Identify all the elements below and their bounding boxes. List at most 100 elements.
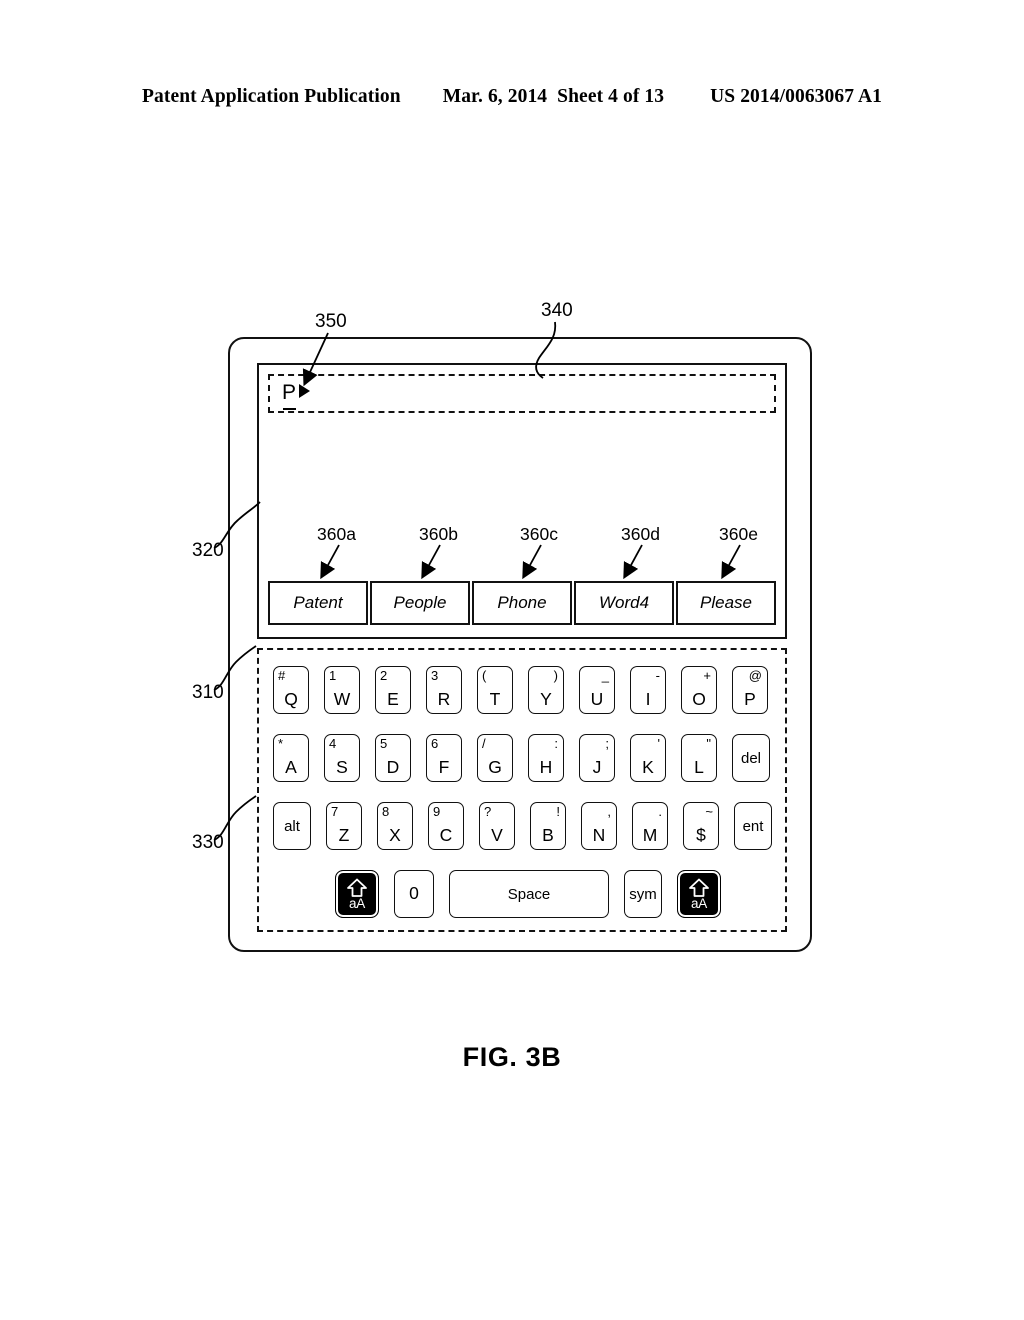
key-h-label: H bbox=[539, 756, 553, 777]
key-w-label: W bbox=[333, 688, 351, 709]
key-n[interactable]: ,N bbox=[581, 802, 617, 850]
leader-320 bbox=[213, 501, 261, 549]
key-g-label: G bbox=[488, 756, 502, 777]
key-x-alt: 8 bbox=[382, 804, 390, 819]
key-m[interactable]: .M bbox=[632, 802, 668, 850]
key-j[interactable]: ; J bbox=[579, 734, 615, 782]
key-r[interactable]: 3R bbox=[426, 666, 462, 714]
key-dollar[interactable]: ~ $ bbox=[683, 802, 719, 850]
leader-310 bbox=[213, 645, 257, 691]
key-enter[interactable]: ent bbox=[734, 802, 772, 850]
key-i[interactable]: -I bbox=[630, 666, 666, 714]
key-p[interactable]: @ P bbox=[732, 666, 768, 714]
key-q-alt: # bbox=[278, 668, 286, 683]
key-u[interactable]: _ U bbox=[579, 666, 615, 714]
suggestion-item-5[interactable]: Please bbox=[676, 581, 776, 625]
key-delete[interactable]: del bbox=[732, 734, 770, 782]
leader-350 bbox=[302, 332, 329, 387]
shift-up-arrow-icon bbox=[689, 878, 709, 897]
key-w[interactable]: 1W bbox=[324, 666, 360, 714]
key-j-alt: ; bbox=[605, 736, 609, 751]
key-z[interactable]: 7Z bbox=[326, 802, 362, 850]
key-d[interactable]: 5D bbox=[375, 734, 411, 782]
key-e-alt: 2 bbox=[380, 668, 388, 683]
key-s-alt: 4 bbox=[329, 736, 337, 751]
key-dollar-label: $ bbox=[696, 824, 706, 845]
key-l-label: L bbox=[694, 756, 704, 777]
key-shift-right[interactable]: aA bbox=[677, 870, 721, 918]
key-k-label: K bbox=[642, 756, 654, 777]
key-o[interactable]: + O bbox=[681, 666, 717, 714]
key-a-alt: * bbox=[278, 736, 284, 751]
key-s[interactable]: 4S bbox=[324, 734, 360, 782]
key-c-label: C bbox=[439, 824, 453, 845]
key-f-alt: 6 bbox=[431, 736, 439, 751]
key-l-alt: " bbox=[706, 736, 711, 751]
key-p-alt: @ bbox=[748, 668, 762, 683]
key-k[interactable]: ' K bbox=[630, 734, 666, 782]
suggestion-item-2[interactable]: People bbox=[370, 581, 470, 625]
key-l[interactable]: " L bbox=[681, 734, 717, 782]
key-y-label: Y bbox=[540, 688, 552, 709]
key-zero[interactable]: 0 bbox=[394, 870, 434, 918]
key-r-label: R bbox=[437, 688, 451, 709]
suggestion-leader-arrows bbox=[320, 544, 741, 580]
key-t-label: T bbox=[489, 688, 501, 709]
key-f[interactable]: 6F bbox=[426, 734, 462, 782]
key-y-alt: ) bbox=[553, 668, 558, 683]
key-m-label: M bbox=[642, 824, 658, 845]
key-o-label: O bbox=[692, 688, 706, 709]
key-y[interactable]: ) Y bbox=[528, 666, 564, 714]
key-a[interactable]: * A bbox=[273, 734, 309, 782]
key-b-label: B bbox=[542, 824, 554, 845]
key-p-label: P bbox=[744, 688, 756, 709]
key-v-alt: ? bbox=[484, 804, 492, 819]
keyboard-row-1: # Q 1W 2E 3R (T ) Y _ U -I + O @ P bbox=[273, 666, 768, 714]
key-x-label: X bbox=[389, 824, 401, 845]
key-alt-label: alt bbox=[284, 817, 300, 835]
key-z-label: Z bbox=[338, 824, 350, 845]
shift-left-inner: aA bbox=[339, 874, 375, 914]
patent-number: US 2014/0063067 A1 bbox=[710, 86, 882, 107]
leader-340 bbox=[535, 321, 557, 379]
key-n-alt: , bbox=[607, 804, 611, 819]
key-shift-left[interactable]: aA bbox=[335, 870, 379, 918]
key-q[interactable]: # Q bbox=[273, 666, 309, 714]
key-i-alt: - bbox=[655, 668, 660, 683]
key-shift-right-label: aA bbox=[690, 895, 708, 911]
shift-right-inner: aA bbox=[681, 874, 717, 914]
key-k-alt: ' bbox=[657, 736, 660, 751]
key-enter-label: ent bbox=[742, 817, 764, 835]
sheet-number: Sheet 4 of 13 bbox=[557, 86, 665, 107]
key-sym[interactable]: sym bbox=[624, 870, 662, 918]
key-e[interactable]: 2E bbox=[375, 666, 411, 714]
suggestion-item-1[interactable]: Patent bbox=[268, 581, 368, 625]
publication-date: Mar. 6, 2014 bbox=[442, 86, 548, 107]
key-b[interactable]: ! B bbox=[530, 802, 566, 850]
key-e-label: E bbox=[387, 688, 399, 709]
key-t-alt: ( bbox=[482, 668, 487, 683]
keyboard-row-2: * A 4S 5D 6F / G :H ; J ' K " L del bbox=[273, 734, 770, 782]
key-s-label: S bbox=[336, 756, 348, 777]
key-space[interactable]: Space bbox=[449, 870, 609, 918]
publication-title: Patent Application Publication bbox=[141, 86, 401, 107]
key-zero-label: 0 bbox=[409, 883, 419, 904]
key-c[interactable]: 9C bbox=[428, 802, 464, 850]
key-m-alt: . bbox=[658, 804, 662, 819]
key-d-label: D bbox=[386, 756, 400, 777]
key-f-label: F bbox=[438, 756, 450, 777]
key-alt[interactable]: alt bbox=[273, 802, 311, 850]
keyboard-row-4: aA 0 Space sym aA bbox=[335, 870, 721, 918]
key-z-alt: 7 bbox=[331, 804, 339, 819]
key-v[interactable]: ? V bbox=[479, 802, 515, 850]
key-i-label: I bbox=[645, 688, 651, 709]
key-g[interactable]: / G bbox=[477, 734, 513, 782]
shift-up-arrow-icon bbox=[347, 878, 367, 897]
key-dollar-alt: ~ bbox=[705, 804, 713, 819]
word-suggestion-bar: Patent People Phone Word4 Please bbox=[268, 581, 776, 625]
key-t[interactable]: (T bbox=[477, 666, 513, 714]
suggestion-item-3[interactable]: Phone bbox=[472, 581, 572, 625]
suggestion-item-4[interactable]: Word4 bbox=[574, 581, 674, 625]
key-x[interactable]: 8X bbox=[377, 802, 413, 850]
key-h[interactable]: :H bbox=[528, 734, 564, 782]
